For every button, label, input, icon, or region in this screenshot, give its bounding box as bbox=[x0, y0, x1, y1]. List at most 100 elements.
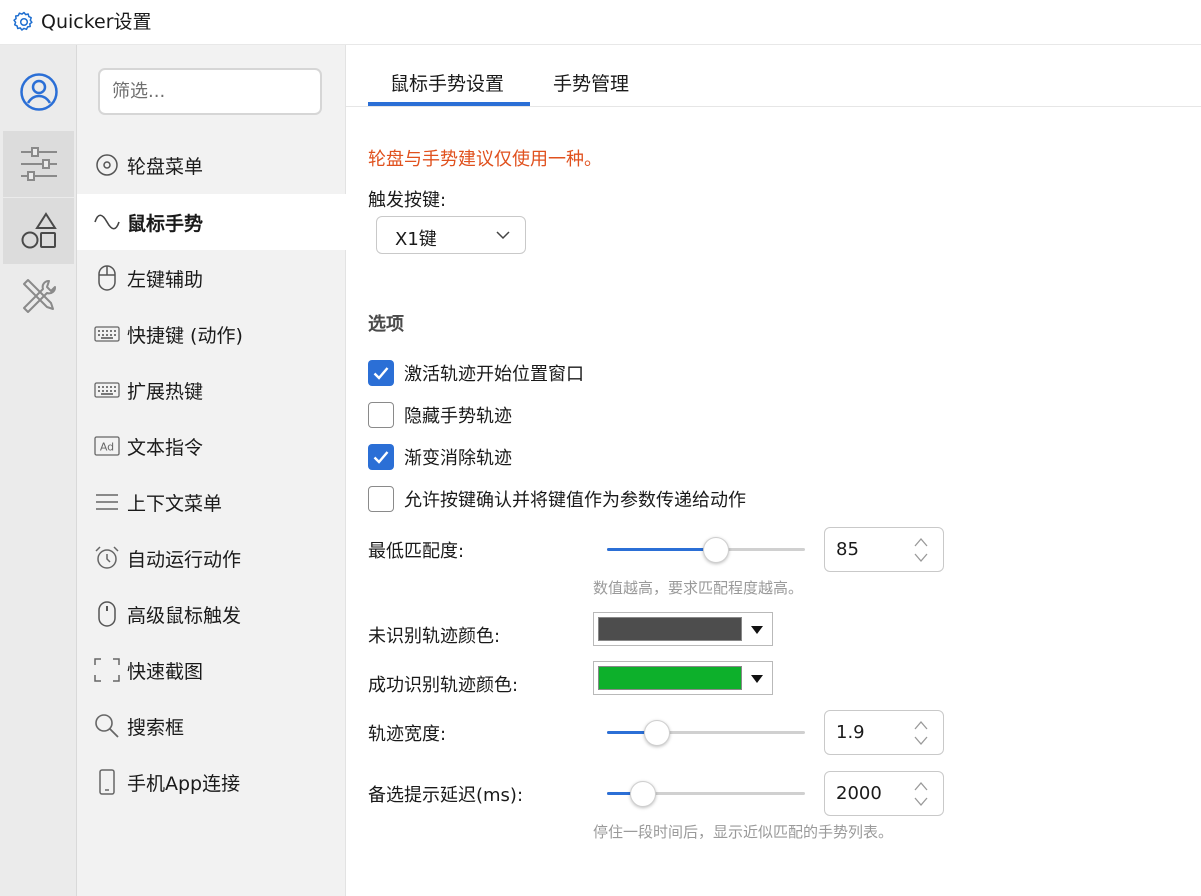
nav-item-auto-run-actions[interactable]: 自动运行动作 bbox=[77, 530, 346, 586]
hamburger-menu-icon bbox=[93, 488, 121, 516]
checkbox-checked[interactable] bbox=[368, 444, 394, 470]
nav-item-context-menu[interactable]: 上下文菜单 bbox=[77, 474, 346, 530]
nav-item-label: 文本指令 bbox=[127, 436, 204, 459]
rail-shapes-button[interactable] bbox=[3, 198, 74, 264]
nav-item-label: 扩展热键 bbox=[127, 380, 204, 403]
filter-input[interactable] bbox=[100, 70, 320, 113]
keyboard-icon bbox=[93, 320, 121, 348]
trigger-key-select[interactable]: X1键 bbox=[376, 216, 526, 254]
nav-item-phone-app[interactable]: 手机App连接 bbox=[77, 754, 346, 810]
sliders-icon bbox=[20, 147, 57, 181]
min-match-slider[interactable] bbox=[607, 535, 805, 565]
caret-down-icon bbox=[751, 626, 763, 634]
checkmark-icon bbox=[373, 367, 389, 380]
min-match-hint: 数值越高，要求匹配程度越高。 bbox=[593, 579, 804, 597]
options-heading: 选项 bbox=[368, 314, 404, 335]
color-swatch bbox=[598, 617, 742, 641]
alarm-clock-icon bbox=[93, 544, 121, 572]
track-width-label: 轨迹宽度: bbox=[368, 724, 447, 745]
target-circle-icon bbox=[93, 151, 121, 179]
recognized-color-picker[interactable] bbox=[593, 661, 773, 695]
hint-delay-slider[interactable] bbox=[607, 779, 805, 809]
color-swatch bbox=[598, 666, 742, 690]
keyboard-icon bbox=[93, 376, 121, 404]
slider-fill bbox=[607, 548, 716, 551]
nav-item-label: 左键辅助 bbox=[127, 268, 204, 291]
tab-bar: 鼠标手势设置 手势管理 bbox=[346, 45, 1201, 107]
slider-thumb[interactable] bbox=[703, 537, 729, 563]
search-icon bbox=[93, 712, 121, 740]
spinbox-value: 2000 bbox=[836, 783, 882, 804]
nav-item-quick-screenshot[interactable]: 快速截图 bbox=[77, 642, 346, 698]
phone-icon bbox=[93, 768, 121, 796]
trigger-key-value: X1键 bbox=[395, 229, 437, 250]
tab-gesture-management[interactable]: 手势管理 bbox=[553, 69, 629, 96]
checkbox-row[interactable]: 隐藏手势轨迹 bbox=[368, 401, 512, 429]
track-width-slider[interactable] bbox=[607, 718, 805, 748]
chevron-down-icon bbox=[496, 231, 510, 240]
rail-profile-button[interactable] bbox=[3, 59, 74, 125]
checkbox-row[interactable]: 激活轨迹开始位置窗口 bbox=[368, 359, 584, 387]
min-match-label: 最低匹配度: bbox=[368, 541, 465, 562]
nav-item-label: 搜索框 bbox=[127, 716, 185, 739]
ad-text-icon: Ad bbox=[93, 432, 121, 460]
rail-tools-button[interactable] bbox=[3, 264, 74, 330]
checkbox-unchecked[interactable] bbox=[368, 402, 394, 428]
checkbox-checked[interactable] bbox=[368, 360, 394, 386]
checkbox-unchecked[interactable] bbox=[368, 486, 394, 512]
svg-text:Ad: Ad bbox=[100, 441, 114, 454]
user-profile-icon bbox=[19, 73, 58, 111]
slider-thumb[interactable] bbox=[630, 781, 656, 807]
mouse-icon bbox=[93, 264, 121, 292]
nav-item-left-click-assist[interactable]: 左键辅助 bbox=[77, 250, 346, 306]
hint-delay-label: 备选提示延迟(ms): bbox=[368, 785, 524, 806]
checkbox-row[interactable]: 渐变消除轨迹 bbox=[368, 443, 512, 471]
spin-arrows-icon[interactable] bbox=[913, 780, 929, 808]
track-width-spinbox[interactable]: 1.9 bbox=[824, 710, 944, 755]
nav-item-wheel-menu[interactable]: 轮盘菜单 bbox=[77, 137, 346, 193]
settings-nav: 轮盘菜单 鼠标手势 左键辅助 快捷键 (动作) 扩展热键 Ad 文本指令 bbox=[77, 45, 346, 896]
warning-text: 轮盘与手势建议仅使用一种。 bbox=[368, 149, 602, 170]
nav-item-label: 鼠标手势 bbox=[127, 212, 204, 235]
nav-item-text-commands[interactable]: Ad 文本指令 bbox=[77, 418, 346, 474]
tab-gesture-settings[interactable]: 鼠标手势设置 bbox=[390, 69, 504, 96]
spinbox-value: 85 bbox=[836, 539, 859, 560]
nav-item-advanced-mouse-trigger[interactable]: 高级鼠标触发 bbox=[77, 586, 346, 642]
hint-delay-spinbox[interactable]: 2000 bbox=[824, 771, 944, 816]
hint-delay-hint: 停住一段时间后，显示近似匹配的手势列表。 bbox=[593, 823, 894, 841]
nav-item-label: 高级鼠标触发 bbox=[127, 604, 242, 627]
nav-item-hotkeys-actions[interactable]: 快捷键 (动作) bbox=[77, 306, 346, 362]
tools-icon bbox=[22, 279, 56, 313]
checkmark-icon bbox=[373, 451, 389, 464]
recognized-color-label: 成功识别轨迹颜色: bbox=[368, 675, 519, 696]
shapes-icon bbox=[21, 212, 57, 249]
nav-item-label: 快捷键 (动作) bbox=[127, 324, 243, 347]
checkbox-row[interactable]: 允许按键确认并将键值作为参数传递给动作 bbox=[368, 485, 746, 513]
nav-item-mouse-gesture[interactable]: 鼠标手势 bbox=[77, 194, 346, 250]
slider-thumb[interactable] bbox=[644, 720, 670, 746]
unrecognized-color-picker[interactable] bbox=[593, 612, 773, 646]
filter-box[interactable] bbox=[98, 68, 322, 115]
screenshot-frame-icon bbox=[93, 656, 121, 684]
nav-item-label: 轮盘菜单 bbox=[127, 155, 204, 178]
checkbox-label: 渐变消除轨迹 bbox=[404, 448, 512, 469]
title-bar: Quicker设置 bbox=[0, 0, 1201, 45]
wave-icon bbox=[93, 208, 121, 236]
nav-item-search-box[interactable]: 搜索框 bbox=[77, 698, 346, 754]
caret-down-icon bbox=[751, 675, 763, 683]
spinbox-value: 1.9 bbox=[836, 722, 865, 743]
nav-item-extended-hotkeys[interactable]: 扩展热键 bbox=[77, 362, 346, 418]
checkbox-label: 激活轨迹开始位置窗口 bbox=[404, 364, 584, 385]
category-rail bbox=[0, 45, 77, 896]
spin-arrows-icon[interactable] bbox=[913, 719, 929, 747]
nav-item-label: 快速截图 bbox=[127, 660, 204, 683]
settings-panel: 鼠标手势设置 手势管理 轮盘与手势建议仅使用一种。 触发按键: X1键 选项 激… bbox=[346, 45, 1201, 896]
spin-arrows-icon[interactable] bbox=[913, 536, 929, 564]
nav-item-label: 手机App连接 bbox=[127, 772, 241, 795]
rail-sliders-button[interactable] bbox=[3, 131, 74, 197]
gear-icon bbox=[13, 11, 33, 31]
mouse-icon bbox=[93, 600, 121, 628]
min-match-spinbox[interactable]: 85 bbox=[824, 527, 944, 572]
active-tab-indicator bbox=[368, 102, 530, 106]
nav-item-label: 上下文菜单 bbox=[127, 492, 223, 515]
